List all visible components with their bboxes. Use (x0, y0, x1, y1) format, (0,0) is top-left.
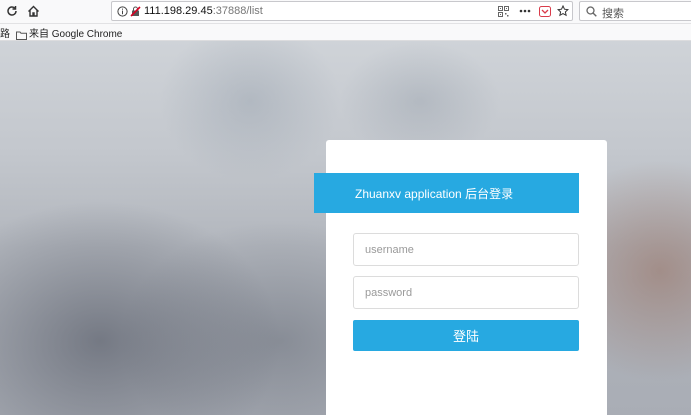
login-title-banner: Zhuanxv application 后台登录 (314, 173, 579, 213)
bookmark-star-icon[interactable] (556, 4, 570, 18)
qr-code-icon[interactable] (496, 4, 510, 18)
login-button[interactable]: 登陆 (353, 320, 579, 351)
search-icon (584, 4, 598, 18)
info-icon[interactable] (115, 4, 129, 18)
url-path: :37888/list (212, 5, 263, 17)
bookmark-overflow[interactable]: 路 (0, 25, 10, 40)
reload-icon[interactable] (3, 2, 21, 20)
username-input[interactable] (353, 233, 579, 266)
pocket-icon[interactable] (538, 4, 552, 18)
insecure-lock-icon[interactable] (128, 4, 142, 18)
page-background: Zhuanxv application 后台登录 登陆 (0, 41, 691, 415)
address-bar[interactable]: 111.198.29.45:37888/list (111, 1, 573, 21)
url-text[interactable]: 111.198.29.45:37888/list (144, 5, 263, 17)
login-title: Zhuanxv application 后台登录 (355, 186, 514, 201)
home-icon[interactable] (24, 2, 42, 20)
search-bar[interactable]: 搜索 (579, 1, 691, 21)
bookmark-folder-chrome[interactable]: 来自 Google Chrome (29, 25, 122, 40)
browser-toolbar: 111.198.29.45:37888/list 搜索 (0, 0, 691, 24)
search-placeholder: 搜索 (602, 8, 624, 20)
url-host: 111.198.29.45 (144, 5, 213, 17)
page-actions-icon[interactable] (518, 4, 532, 18)
bookmarks-bar: 路 来自 Google Chrome (0, 24, 691, 41)
password-input[interactable] (353, 276, 579, 309)
